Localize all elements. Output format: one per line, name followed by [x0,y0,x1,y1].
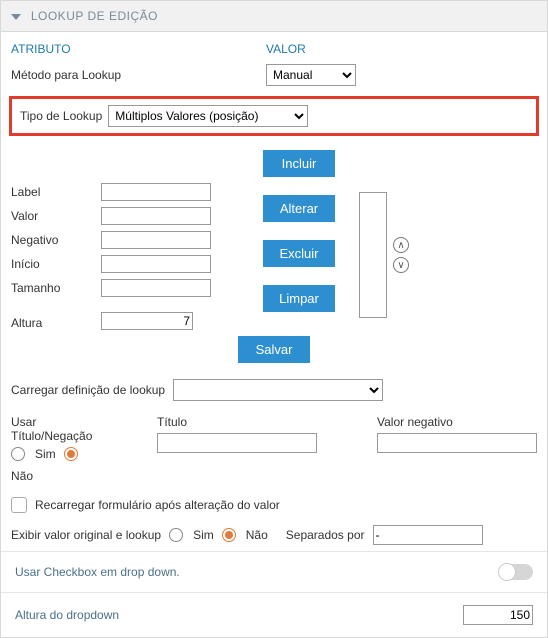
input-altura[interactable] [101,312,193,330]
select-metodo[interactable]: Manual [266,64,356,86]
label-metodo: Método para Lookup [11,68,266,82]
salvar-button[interactable]: Salvar [238,336,310,363]
lbl-nao2: Não [246,528,268,542]
move-up-icon[interactable]: ∧ [393,237,409,253]
input-separador[interactable] [373,525,483,545]
label-usar-titulo: Usar Título/Negação [11,415,97,443]
input-altura-dropdown[interactable] [463,605,533,625]
label-separados-por: Separados por [286,528,365,542]
limpar-button[interactable]: Limpar [263,285,335,312]
lbl-inicio: Início [11,252,101,276]
lbl-negativo: Negativo [11,228,101,252]
label-carregar-definicao: Carregar definição de lookup [11,383,165,397]
input-tamanho[interactable] [101,279,211,297]
move-down-icon[interactable]: ∨ [393,257,409,273]
input-negativo[interactable] [101,231,211,249]
label-recarregar: Recarregar formulário após alteração do … [35,498,280,512]
input-inicio[interactable] [101,255,211,273]
excluir-button[interactable]: Excluir [263,240,335,267]
field-labels: Label Valor Negativo Início Tamanho Altu… [11,150,101,330]
label-exibir-original: Exibir valor original e lookup [11,528,161,542]
lbl-tamanho: Tamanho [11,276,101,300]
incluir-button[interactable]: Incluir [263,150,335,177]
lbl-sim2: Sim [193,528,214,542]
lbl-nao1: Não [11,469,33,483]
collapse-icon [11,14,21,20]
radio-titulo-sim[interactable] [11,447,25,461]
alterar-button[interactable]: Alterar [263,195,335,222]
tipo-lookup-row: Tipo de Lookup Múltiplos Valores (posiçã… [9,96,539,136]
radio-titulo-nao[interactable] [64,447,78,461]
section-header[interactable]: LOOKUP DE EDIÇÃO [1,1,547,32]
col-valor: VALOR [266,42,306,56]
toggle-usar-checkbox[interactable] [499,564,533,580]
section-title: LOOKUP DE EDIÇÃO [31,9,158,23]
label-titulo: Título [157,415,317,429]
label-valor-negativo: Valor negativo [377,415,537,429]
lbl-altura: Altura [11,300,101,330]
col-atributo: ATRIBUTO [11,42,266,56]
label-altura-dropdown: Altura do dropdown [15,608,119,622]
lbl-sim1: Sim [35,447,56,461]
column-headers: ATRIBUTO VALOR [1,32,547,60]
radio-exibir-sim[interactable] [169,528,183,542]
select-tipo-lookup[interactable]: Múltiplos Valores (posição) [108,105,308,127]
values-listbox[interactable] [359,192,387,318]
checkbox-recarregar[interactable] [11,497,27,513]
select-carregar-definicao[interactable] [173,379,383,401]
input-titulo[interactable] [157,433,317,453]
radio-exibir-nao[interactable] [222,528,236,542]
input-valor-negativo[interactable] [377,433,537,453]
lbl-label: Label [11,180,101,204]
label-tipo-lookup: Tipo de Lookup [20,109,102,123]
input-valor[interactable] [101,207,211,225]
input-label[interactable] [101,183,211,201]
lbl-valor: Valor [11,204,101,228]
